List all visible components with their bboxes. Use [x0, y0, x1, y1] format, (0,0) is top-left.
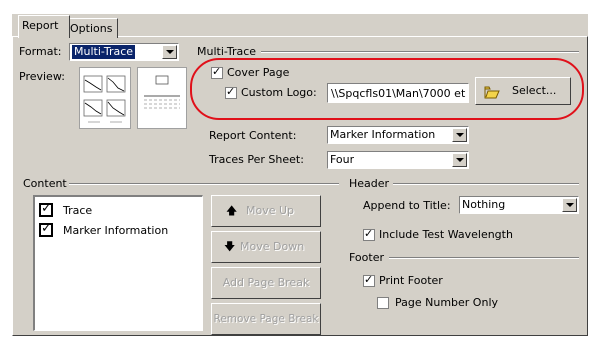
preview-multi-trace-thumbnail	[79, 67, 131, 129]
page-thumbnail-icon	[144, 75, 180, 109]
marker-information-checkbox[interactable]	[39, 221, 53, 237]
traces-per-sheet-value: Four	[330, 153, 355, 166]
traces-per-sheet-dropdown[interactable]: Four	[327, 151, 469, 169]
arrow-up-icon: 🡅	[226, 204, 238, 217]
print-footer-label: Print Footer	[379, 274, 443, 287]
report-content-dropdown[interactable]: Marker Information	[327, 126, 469, 144]
multitrace-group-divider	[261, 51, 579, 53]
trace-checkbox[interactable]	[39, 201, 53, 217]
print-footer-checkbox[interactable]	[363, 273, 375, 287]
chevron-down-icon[interactable]	[562, 198, 577, 212]
tab-options-label: Options	[70, 22, 113, 35]
add-page-break-button-label: Add Page Break	[222, 276, 310, 289]
highlight-ellipse	[190, 58, 584, 120]
content-list[interactable]: Trace Marker Information	[33, 195, 203, 331]
content-group-label: Content	[23, 177, 67, 190]
report-panel: Format: Multi-Trace Preview: Multi-Trace…	[12, 36, 588, 336]
list-item[interactable]: Trace	[39, 201, 199, 219]
arrow-down-icon: 🡇	[224, 240, 236, 253]
remove-page-break-button[interactable]: Remove Page Break	[211, 303, 321, 335]
append-to-title-value: Nothing	[462, 198, 506, 211]
remove-page-break-button-label: Remove Page Break	[213, 313, 319, 325]
preview-cover-thumbnail	[137, 67, 187, 129]
report-content-value: Marker Information	[330, 128, 436, 141]
page-number-only-checkbox[interactable]	[377, 297, 389, 309]
append-to-title-dropdown[interactable]: Nothing	[459, 196, 579, 214]
tab-options[interactable]: Options	[66, 18, 118, 38]
traces-per-sheet-label: Traces Per Sheet:	[209, 153, 304, 166]
list-item[interactable]: Marker Information	[39, 221, 199, 239]
footer-group-divider	[389, 257, 579, 259]
header-group-label: Header	[349, 177, 390, 190]
report-content-label: Report Content:	[209, 129, 297, 142]
chevron-down-icon[interactable]	[162, 45, 177, 59]
header-group-divider	[393, 183, 579, 185]
tab-report-label: Report	[22, 19, 59, 32]
content-group-divider	[69, 183, 339, 185]
move-up-button[interactable]: 🡅 Move Up	[211, 195, 321, 227]
chevron-down-icon[interactable]	[452, 128, 467, 142]
format-value: Multi-Trace	[72, 45, 136, 59]
chart-thumbnail-icon	[83, 75, 126, 123]
move-down-button[interactable]: 🡇 Move Down	[211, 231, 321, 263]
format-label: Format:	[19, 45, 62, 58]
preview-label: Preview:	[19, 70, 65, 83]
chevron-down-icon[interactable]	[452, 153, 467, 167]
list-item-label: Trace	[63, 204, 93, 217]
add-page-break-button[interactable]: Add Page Break	[211, 267, 321, 299]
tab-report[interactable]: Report	[18, 15, 70, 38]
footer-group-label: Footer	[349, 251, 384, 264]
append-to-title-label: Append to Title:	[363, 199, 451, 212]
tab-strip: Report Options	[18, 15, 138, 38]
include-test-wavelength-label: Include Test Wavelength	[379, 228, 513, 241]
move-down-button-label: Move Down	[240, 240, 305, 253]
list-item-label: Marker Information	[63, 224, 169, 237]
include-test-wavelength-checkbox[interactable]	[363, 227, 375, 241]
move-up-button-label: Move Up	[246, 204, 295, 217]
format-dropdown[interactable]: Multi-Trace	[69, 43, 179, 61]
page-number-only-label: Page Number Only	[395, 296, 499, 309]
